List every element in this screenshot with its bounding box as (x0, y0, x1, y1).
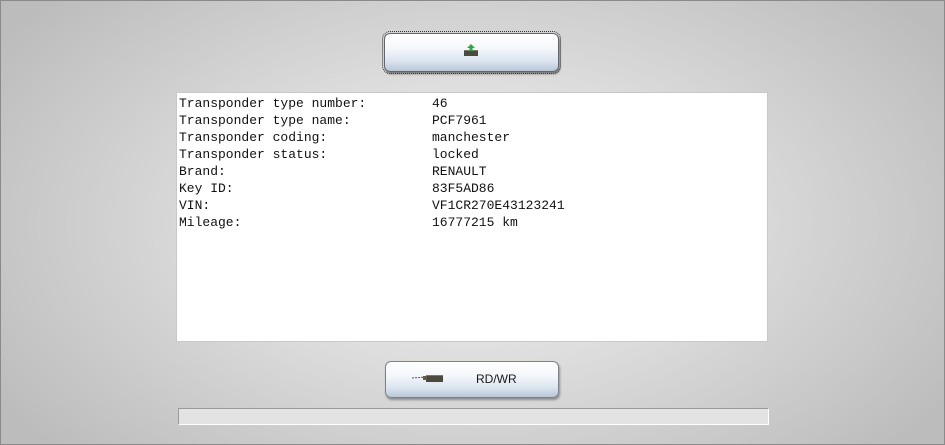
info-row: VIN: VF1CR270E43123241 (179, 197, 767, 214)
info-label: Brand: (179, 164, 226, 179)
info-value: locked (432, 147, 479, 162)
info-value: VF1CR270E43123241 (432, 198, 565, 213)
transponder-info-panel: Transponder type number: 46 Transponder … (176, 92, 768, 342)
read-write-icon (412, 375, 443, 382)
info-label: Transponder coding: (179, 130, 328, 145)
info-label: Key ID: (179, 181, 234, 196)
info-row: Transponder coding: manchester (179, 129, 767, 146)
info-row: Transponder type number: 46 (179, 95, 767, 112)
info-label: VIN: (179, 198, 211, 213)
info-value: PCF7961 (432, 113, 487, 128)
info-value: RENAULT (432, 164, 487, 179)
info-row: Transponder type name: PCF7961 (179, 112, 767, 129)
info-value: 83F5AD86 (432, 181, 495, 196)
info-label: Mileage: (179, 215, 242, 230)
info-value: 16777215 km (432, 215, 518, 230)
progress-bar (178, 408, 769, 425)
upload-button[interactable] (382, 31, 561, 74)
info-row: Key ID: 83F5AD86 (179, 180, 767, 197)
info-label: Transponder type name: (179, 113, 351, 128)
upload-icon (464, 44, 478, 56)
info-row: Transponder status: locked (179, 146, 767, 163)
info-value: manchester (432, 130, 511, 145)
info-row: Brand: RENAULT (179, 163, 767, 180)
rd-wr-label: RD/WR (476, 372, 517, 386)
info-value: 46 (432, 96, 448, 111)
rd-wr-button[interactable]: RD/WR (385, 361, 559, 398)
info-label: Transponder type number: (179, 96, 367, 111)
info-label: Transponder status: (179, 147, 328, 162)
info-row: Mileage: 16777215 km (179, 214, 767, 231)
